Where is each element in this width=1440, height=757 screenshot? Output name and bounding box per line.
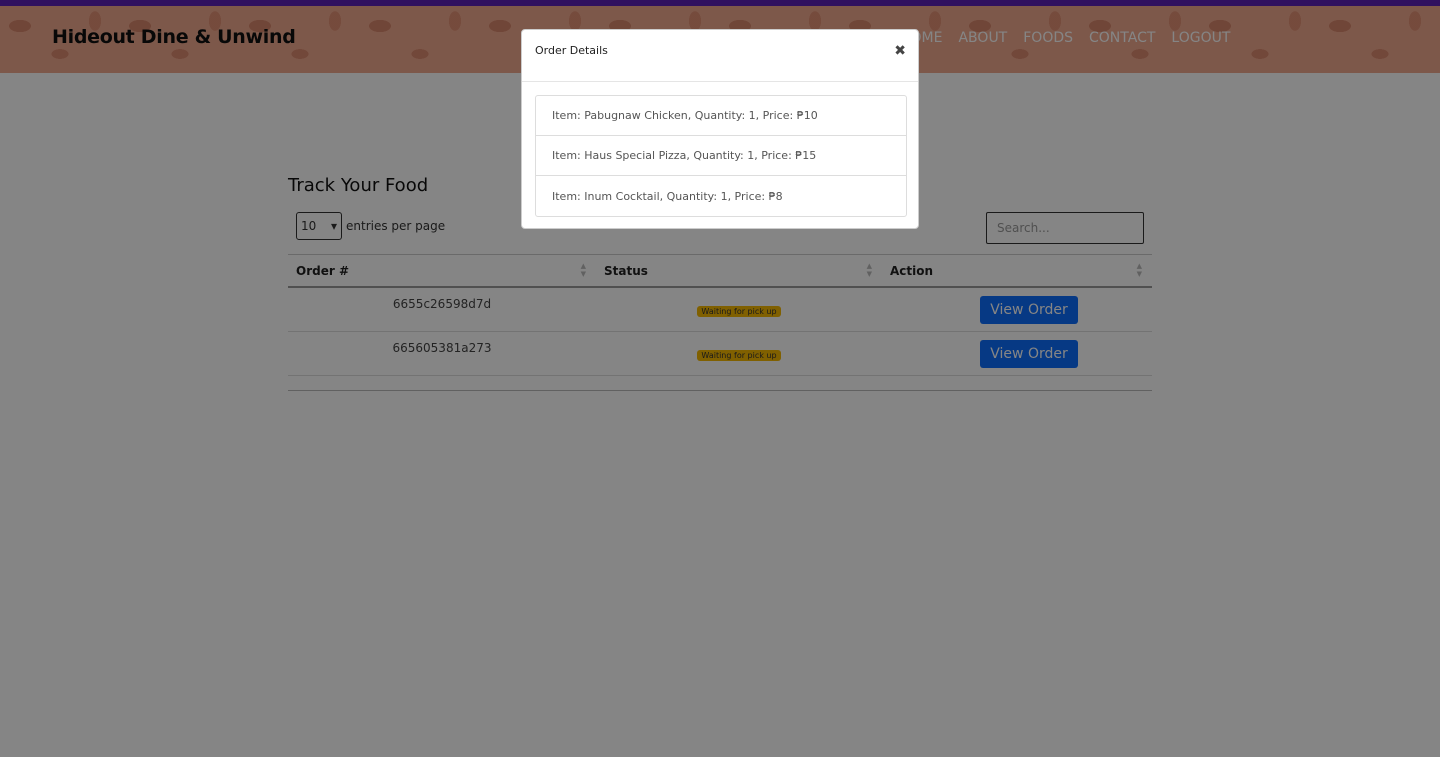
order-details-modal: Order Details ✖ Item: Pabugnaw Chicken, … xyxy=(521,29,919,229)
list-item: Item: Pabugnaw Chicken, Quantity: 1, Pri… xyxy=(536,96,906,136)
list-item: Item: Inum Cocktail, Quantity: 1, Price:… xyxy=(552,189,783,203)
list-item: Item: Haus Special Pizza, Quantity: 1, P… xyxy=(536,136,906,176)
close-icon[interactable]: ✖ xyxy=(894,43,906,59)
order-items-list: Item: Pabugnaw Chicken, Quantity: 1, Pri… xyxy=(535,95,907,217)
modal-title: Order Details xyxy=(535,44,608,57)
modal-header: Order Details ✖ xyxy=(522,30,918,82)
